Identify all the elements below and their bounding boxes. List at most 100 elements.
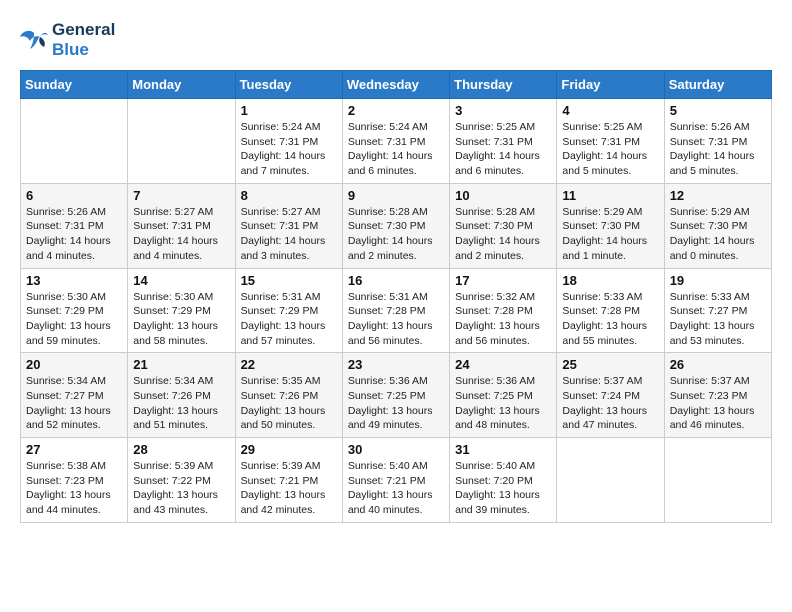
calendar-cell: 18 Sunrise: 5:33 AM Sunset: 7:28 PM Dayli… [557,268,664,353]
day-number: 21 [133,357,229,372]
day-number: 1 [241,103,337,118]
day-number: 6 [26,188,122,203]
logo: General Blue [20,20,115,60]
calendar-cell: 12 Sunrise: 5:29 AM Sunset: 7:30 PM Dayli… [664,183,771,268]
day-number: 26 [670,357,766,372]
day-info: Sunrise: 5:24 AM Sunset: 7:31 PM Dayligh… [241,120,337,179]
day-number: 19 [670,273,766,288]
day-number: 22 [241,357,337,372]
day-number: 4 [562,103,658,118]
day-info: Sunrise: 5:34 AM Sunset: 7:27 PM Dayligh… [26,374,122,433]
day-info: Sunrise: 5:40 AM Sunset: 7:20 PM Dayligh… [455,459,551,518]
calendar-cell: 26 Sunrise: 5:37 AM Sunset: 7:23 PM Dayli… [664,353,771,438]
day-number: 24 [455,357,551,372]
calendar-cell: 9 Sunrise: 5:28 AM Sunset: 7:30 PM Daylig… [342,183,449,268]
day-info: Sunrise: 5:38 AM Sunset: 7:23 PM Dayligh… [26,459,122,518]
weekday-header-saturday: Saturday [664,71,771,99]
week-row-3: 13 Sunrise: 5:30 AM Sunset: 7:29 PM Dayli… [21,268,772,353]
weekday-header-monday: Monday [128,71,235,99]
calendar-cell: 22 Sunrise: 5:35 AM Sunset: 7:26 PM Dayli… [235,353,342,438]
day-info: Sunrise: 5:37 AM Sunset: 7:24 PM Dayligh… [562,374,658,433]
day-info: Sunrise: 5:33 AM Sunset: 7:27 PM Dayligh… [670,290,766,349]
calendar-cell: 20 Sunrise: 5:34 AM Sunset: 7:27 PM Dayli… [21,353,128,438]
calendar-cell: 23 Sunrise: 5:36 AM Sunset: 7:25 PM Dayli… [342,353,449,438]
weekday-header-thursday: Thursday [450,71,557,99]
day-number: 16 [348,273,444,288]
weekday-header-friday: Friday [557,71,664,99]
calendar-cell: 24 Sunrise: 5:36 AM Sunset: 7:25 PM Dayli… [450,353,557,438]
day-number: 15 [241,273,337,288]
day-number: 27 [26,442,122,457]
calendar-cell: 2Sunrise: 5:24 AM Sunset: 7:31 PM Daylig… [342,99,449,184]
calendar-cell [128,99,235,184]
day-number: 9 [348,188,444,203]
calendar-cell: 10 Sunrise: 5:28 AM Sunset: 7:30 PM Dayli… [450,183,557,268]
day-info: Sunrise: 5:39 AM Sunset: 7:21 PM Dayligh… [241,459,337,518]
day-info: Sunrise: 5:31 AM Sunset: 7:28 PM Dayligh… [348,290,444,349]
day-info: Sunrise: 5:26 AM Sunset: 7:31 PM Dayligh… [670,120,766,179]
day-number: 3 [455,103,551,118]
day-number: 8 [241,188,337,203]
page-header: General Blue [20,20,772,60]
day-info: Sunrise: 5:31 AM Sunset: 7:29 PM Dayligh… [241,290,337,349]
calendar-cell: 31 Sunrise: 5:40 AM Sunset: 7:20 PM Dayli… [450,438,557,523]
day-info: Sunrise: 5:29 AM Sunset: 7:30 PM Dayligh… [562,205,658,264]
calendar-cell: 6Sunrise: 5:26 AM Sunset: 7:31 PM Daylig… [21,183,128,268]
logo-text: General Blue [52,20,115,60]
day-info: Sunrise: 5:36 AM Sunset: 7:25 PM Dayligh… [348,374,444,433]
day-info: Sunrise: 5:36 AM Sunset: 7:25 PM Dayligh… [455,374,551,433]
day-info: Sunrise: 5:35 AM Sunset: 7:26 PM Dayligh… [241,374,337,433]
calendar-cell: 16 Sunrise: 5:31 AM Sunset: 7:28 PM Dayli… [342,268,449,353]
weekday-header-row: SundayMondayTuesdayWednesdayThursdayFrid… [21,71,772,99]
week-row-4: 20 Sunrise: 5:34 AM Sunset: 7:27 PM Dayli… [21,353,772,438]
calendar-cell: 25 Sunrise: 5:37 AM Sunset: 7:24 PM Dayli… [557,353,664,438]
day-info: Sunrise: 5:29 AM Sunset: 7:30 PM Dayligh… [670,205,766,264]
weekday-header-wednesday: Wednesday [342,71,449,99]
day-info: Sunrise: 5:30 AM Sunset: 7:29 PM Dayligh… [26,290,122,349]
day-info: Sunrise: 5:28 AM Sunset: 7:30 PM Dayligh… [455,205,551,264]
calendar-cell: 28 Sunrise: 5:39 AM Sunset: 7:22 PM Dayli… [128,438,235,523]
calendar-cell: 4 Sunrise: 5:25 AM Sunset: 7:31 PM Daylig… [557,99,664,184]
calendar-cell: 3 Sunrise: 5:25 AM Sunset: 7:31 PM Daylig… [450,99,557,184]
day-number: 20 [26,357,122,372]
day-info: Sunrise: 5:39 AM Sunset: 7:22 PM Dayligh… [133,459,229,518]
day-info: Sunrise: 5:37 AM Sunset: 7:23 PM Dayligh… [670,374,766,433]
calendar-cell: 29 Sunrise: 5:39 AM Sunset: 7:21 PM Dayli… [235,438,342,523]
calendar-table: SundayMondayTuesdayWednesdayThursdayFrid… [20,70,772,523]
day-info: Sunrise: 5:33 AM Sunset: 7:28 PM Dayligh… [562,290,658,349]
calendar-cell [664,438,771,523]
day-info: Sunrise: 5:27 AM Sunset: 7:31 PM Dayligh… [133,205,229,264]
calendar-cell: 21 Sunrise: 5:34 AM Sunset: 7:26 PM Dayli… [128,353,235,438]
day-number: 2 [348,103,444,118]
day-info: Sunrise: 5:28 AM Sunset: 7:30 PM Dayligh… [348,205,444,264]
week-row-5: 27 Sunrise: 5:38 AM Sunset: 7:23 PM Dayli… [21,438,772,523]
day-number: 13 [26,273,122,288]
calendar-cell: 8Sunrise: 5:27 AM Sunset: 7:31 PM Daylig… [235,183,342,268]
day-number: 7 [133,188,229,203]
day-info: Sunrise: 5:30 AM Sunset: 7:29 PM Dayligh… [133,290,229,349]
calendar-cell: 17Sunrise: 5:32 AM Sunset: 7:28 PM Dayli… [450,268,557,353]
weekday-header-sunday: Sunday [21,71,128,99]
day-info: Sunrise: 5:34 AM Sunset: 7:26 PM Dayligh… [133,374,229,433]
day-number: 10 [455,188,551,203]
day-number: 29 [241,442,337,457]
day-number: 28 [133,442,229,457]
day-number: 5 [670,103,766,118]
calendar-cell: 1 Sunrise: 5:24 AM Sunset: 7:31 PM Daylig… [235,99,342,184]
day-info: Sunrise: 5:32 AM Sunset: 7:28 PM Dayligh… [455,290,551,349]
calendar-cell: 27 Sunrise: 5:38 AM Sunset: 7:23 PM Dayli… [21,438,128,523]
day-info: Sunrise: 5:25 AM Sunset: 7:31 PM Dayligh… [455,120,551,179]
day-info: Sunrise: 5:25 AM Sunset: 7:31 PM Dayligh… [562,120,658,179]
calendar-cell: 15 Sunrise: 5:31 AM Sunset: 7:29 PM Dayli… [235,268,342,353]
calendar-cell: 14Sunrise: 5:30 AM Sunset: 7:29 PM Dayli… [128,268,235,353]
calendar-cell: 19 Sunrise: 5:33 AM Sunset: 7:27 PM Dayli… [664,268,771,353]
day-number: 23 [348,357,444,372]
day-number: 18 [562,273,658,288]
calendar-cell [557,438,664,523]
day-number: 12 [670,188,766,203]
day-info: Sunrise: 5:40 AM Sunset: 7:21 PM Dayligh… [348,459,444,518]
calendar-cell: 5 Sunrise: 5:26 AM Sunset: 7:31 PM Daylig… [664,99,771,184]
week-row-2: 6Sunrise: 5:26 AM Sunset: 7:31 PM Daylig… [21,183,772,268]
day-number: 31 [455,442,551,457]
day-number: 25 [562,357,658,372]
